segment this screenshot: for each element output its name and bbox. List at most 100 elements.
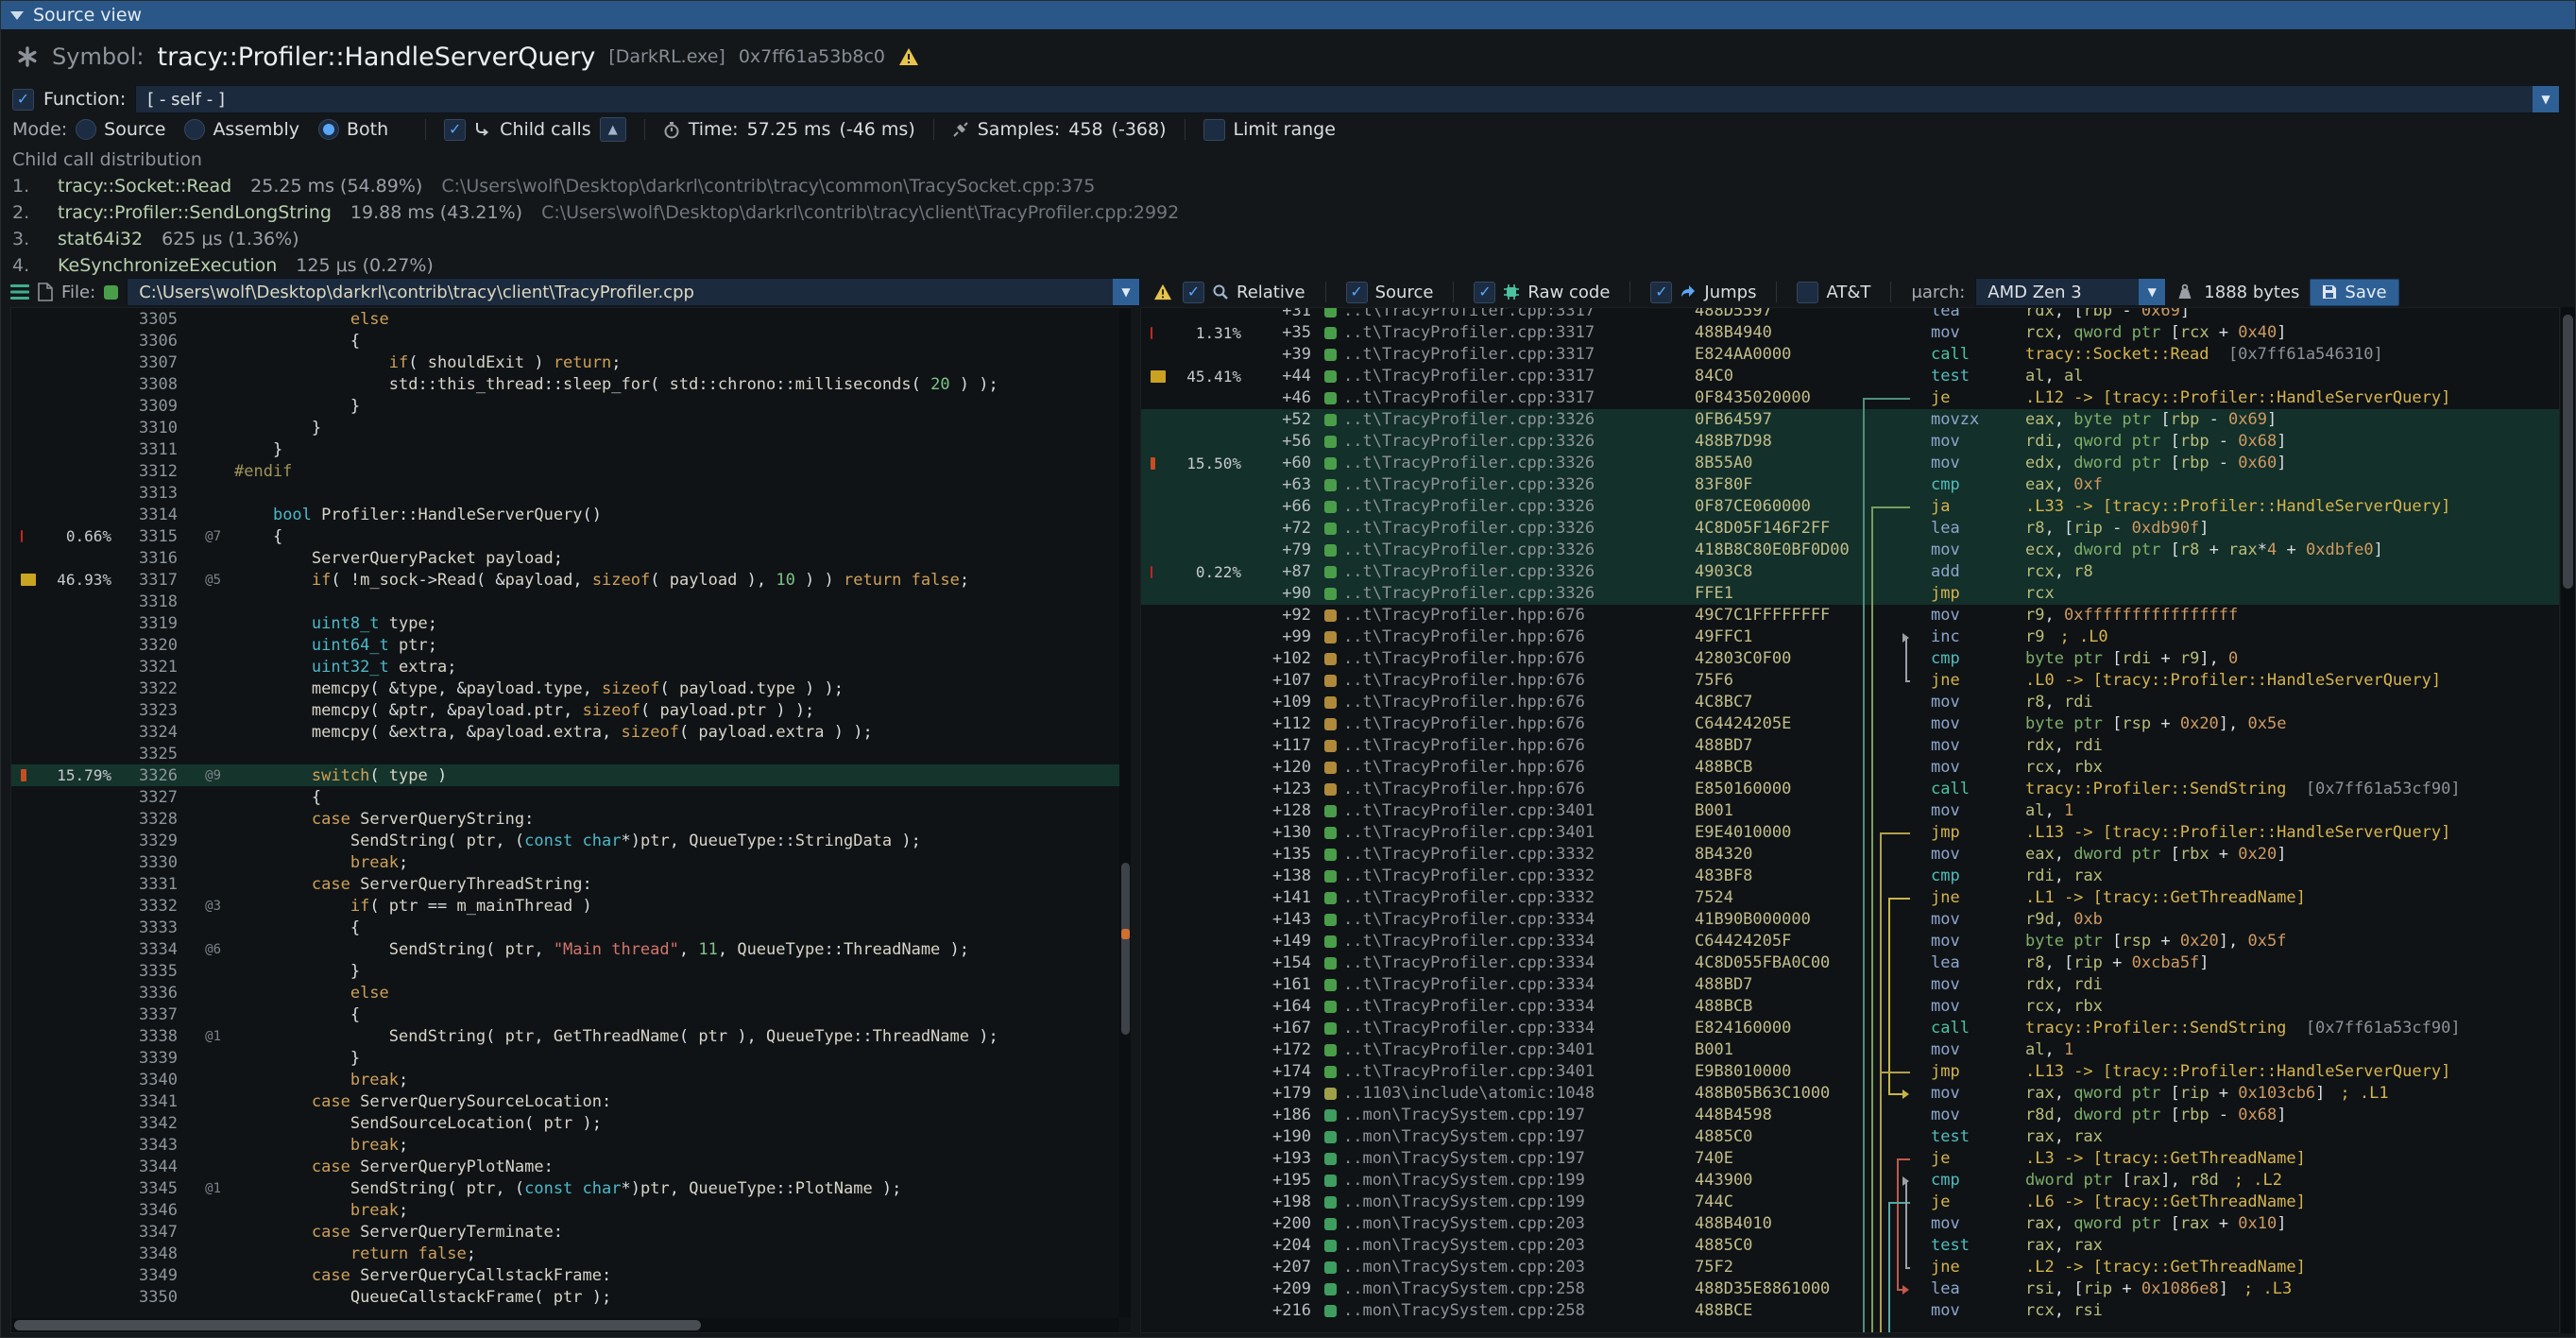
scrollbar-thumb[interactable] [14, 1320, 701, 1330]
jump-line[interactable] [1897, 1159, 1899, 1290]
jumps-checkbox[interactable]: ✓ [1650, 282, 1672, 303]
asm-line-46[interactable]: +46..t\TracyProfiler.cpp:33170F843502000… [1141, 387, 2559, 409]
source-line-3307[interactable]: 3307 if( shouldExit ) return; [11, 352, 1132, 373]
asm-line-154[interactable]: +154..t\TracyProfiler.cpp:33344C8D055FBA… [1141, 952, 2559, 974]
asm-line-186[interactable]: +186..mon\TracySystem.cpp:197448B4598mov… [1141, 1105, 2559, 1126]
expand-button[interactable]: ▲ [600, 117, 626, 142]
source-line-3333[interactable]: 3333 { [11, 917, 1132, 938]
source-line-3327[interactable]: 3327 { [11, 786, 1132, 808]
source-line-3318[interactable]: 3318 [11, 591, 1132, 612]
source-line-3319[interactable]: 3319 uint8_t type; [11, 612, 1132, 634]
source-line-3350[interactable]: 3350 QueueCallstackFrame( ptr ); [11, 1286, 1132, 1308]
source-line-3348[interactable]: 3348 return false; [11, 1243, 1132, 1264]
asm-line-174[interactable]: +174..t\TracyProfiler.cpp:3401E9B8010000… [1141, 1061, 2559, 1083]
att-checkbox[interactable]: ✓ [1797, 282, 1818, 303]
source-checkbox[interactable]: ✓ [1346, 282, 1368, 303]
jump-line[interactable] [1888, 1203, 1890, 1334]
function-combo[interactable]: [ - self - ] ▼ [135, 85, 2560, 113]
function-checkbox[interactable]: ✓ [12, 89, 34, 111]
source-line-3343[interactable]: 3343 break; [11, 1134, 1132, 1156]
asm-line-209[interactable]: +209..mon\TracySystem.cpp:258488D35E8861… [1141, 1278, 2559, 1300]
asm-line-216[interactable]: +216..mon\TracySystem.cpp:258488BCEmovrc… [1141, 1300, 2559, 1322]
source-line-3336[interactable]: 3336 else [11, 982, 1132, 1004]
asm-line-204[interactable]: +204..mon\TracySystem.cpp:2034885C0testr… [1141, 1235, 2559, 1257]
asm-line-92[interactable]: +92..t\TracyProfiler.hpp:67649C7C1FFFFFF… [1141, 605, 2559, 626]
source-line-3325[interactable]: 3325 [11, 743, 1132, 764]
source-line-3321[interactable]: 3321 uint32_t extra; [11, 656, 1132, 678]
source-line-3345[interactable]: 3345@1 SendString( ptr, (const char*)ptr… [11, 1177, 1132, 1199]
jump-line[interactable] [1871, 507, 1873, 1334]
source-line-3332[interactable]: 3332@3 if( ptr == m_mainThread ) [11, 895, 1132, 917]
source-line-3344[interactable]: 3344 case ServerQueryPlotName: [11, 1156, 1132, 1177]
chevron-down-icon[interactable]: ▼ [2533, 86, 2559, 112]
relative-checkbox[interactable]: ✓ [1183, 282, 1204, 303]
child-calls-checkbox[interactable]: ✓ [444, 119, 466, 141]
asm-line-164[interactable]: +164..t\TracyProfiler.cpp:3334488BCBmovr… [1141, 996, 2559, 1018]
window-vertical-scrollbar[interactable] [2561, 307, 2575, 1333]
scrollbar-thumb[interactable] [1121, 863, 1130, 1035]
asm-line-109[interactable]: +109..t\TracyProfiler.hpp:6764C8BC7movr8… [1141, 692, 2559, 713]
source-line-3328[interactable]: 3328 case ServerQueryString: [11, 808, 1132, 830]
asm-line-120[interactable]: +120..t\TracyProfiler.hpp:676488BCBmovrc… [1141, 757, 2559, 779]
source-line-3314[interactable]: 3314 bool Profiler::HandleServerQuery() [11, 504, 1132, 525]
source-line-3306[interactable]: 3306 { [11, 330, 1132, 352]
asm-line-198[interactable]: +198..mon\TracySystem.cpp:199744Cje.L6 -… [1141, 1192, 2559, 1213]
source-line-3313[interactable]: 3313 [11, 482, 1132, 504]
scrollbar-thumb[interactable] [2563, 315, 2573, 589]
asm-line-90[interactable]: +90..t\TracyProfiler.cpp:3326FFE1jmprcx [1141, 583, 2559, 605]
asm-line-172[interactable]: +172..t\TracyProfiler.cpp:3401B001moval,… [1141, 1039, 2559, 1061]
source-line-3308[interactable]: 3308 std::this_thread::sleep_for( std::c… [11, 373, 1132, 395]
source-line-3340[interactable]: 3340 break; [11, 1069, 1132, 1090]
asm-line-143[interactable]: +143..t\TracyProfiler.cpp:333441B90B0000… [1141, 909, 2559, 931]
jump-line[interactable] [1905, 638, 1907, 681]
asm-line-79[interactable]: +79..t\TracyProfiler.cpp:3326418B8C80E0B… [1141, 540, 2559, 561]
asm-line-207[interactable]: +207..mon\TracySystem.cpp:20375F2jne.L2 … [1141, 1257, 2559, 1278]
asm-line-31[interactable]: +31..t\TracyProfiler.cpp:3317488D5597lea… [1141, 307, 2559, 322]
raw-code-checkbox[interactable]: ✓ [1474, 282, 1495, 303]
pane-splitter[interactable] [1131, 307, 1140, 1333]
child-call-entry[interactable]: 3.stat64i32625 μs (1.36%) [12, 226, 2564, 252]
source-line-3339[interactable]: 3339 } [11, 1047, 1132, 1069]
jump-line[interactable] [1905, 1181, 1907, 1268]
file-list-icon[interactable] [10, 283, 29, 300]
asm-line-200[interactable]: +200..mon\TracySystem.cpp:203488B4010mov… [1141, 1213, 2559, 1235]
source-line-3323[interactable]: 3323 memcpy( &ptr, &payload.ptr, sizeof(… [11, 699, 1132, 721]
source-line-3315[interactable]: 0.66%3315@7 { [11, 525, 1132, 547]
asm-line-44[interactable]: 45.41%+44..t\TracyProfiler.cpp:331784C0t… [1141, 366, 2559, 387]
source-line-3347[interactable]: 3347 case ServerQueryTerminate: [11, 1221, 1132, 1243]
asm-line-161[interactable]: +161..t\TracyProfiler.cpp:3334488BD7movr… [1141, 974, 2559, 996]
mode-radio-assembly[interactable] [184, 119, 205, 140]
asm-line-179[interactable]: +179..1103\include\atomic:1048488B05B63C… [1141, 1083, 2559, 1105]
source-line-3320[interactable]: 3320 uint64_t ptr; [11, 634, 1132, 656]
asm-line-190[interactable]: +190..mon\TracySystem.cpp:1974885C0testr… [1141, 1126, 2559, 1148]
source-line-3326[interactable]: 15.79%3326@9 switch( type ) [11, 764, 1132, 786]
asm-line-138[interactable]: +138..t\TracyProfiler.cpp:3332483BF8cmpr… [1141, 866, 2559, 887]
source-line-3342[interactable]: 3342 SendSourceLocation( ptr ); [11, 1112, 1132, 1134]
asm-line-195[interactable]: +195..mon\TracySystem.cpp:199443900cmpdw… [1141, 1170, 2559, 1192]
source-line-3334[interactable]: 3334@6 SendString( ptr, "Main thread", 1… [11, 938, 1132, 960]
chevron-down-icon[interactable]: ▼ [2139, 279, 2165, 305]
source-line-3338[interactable]: 3338@1 SendString( ptr, GetThreadName( p… [11, 1025, 1132, 1047]
collapse-icon[interactable] [10, 11, 24, 20]
source-line-3349[interactable]: 3349 case ServerQueryCallstackFrame: [11, 1264, 1132, 1286]
jump-line[interactable] [1888, 899, 1890, 1094]
asm-line-141[interactable]: +141..t\TracyProfiler.cpp:33327524jne.L1… [1141, 887, 2559, 909]
asm-line-135[interactable]: +135..t\TracyProfiler.cpp:33328B4320move… [1141, 844, 2559, 866]
mode-radio-source[interactable] [76, 119, 96, 140]
source-line-3312[interactable]: 3312#endif [11, 460, 1132, 482]
asm-line-39[interactable]: +39..t\TracyProfiler.cpp:3317E824AA0000c… [1141, 344, 2559, 366]
chevron-down-icon[interactable]: ▼ [1113, 279, 1139, 305]
asm-line-56[interactable]: +56..t\TracyProfiler.cpp:3326488B7D98mov… [1141, 431, 2559, 453]
source-line-3310[interactable]: 3310 } [11, 417, 1132, 438]
titlebar[interactable]: Source view [1, 1, 2575, 29]
source-line-3331[interactable]: 3331 case ServerQueryThreadString: [11, 873, 1132, 895]
child-call-entry[interactable]: 4.KeSynchronizeExecution125 μs (0.27%) [12, 252, 2564, 279]
source-line-3346[interactable]: 3346 break; [11, 1199, 1132, 1221]
asm-line-107[interactable]: +107..t\TracyProfiler.hpp:67675F6jne.L0 … [1141, 670, 2559, 692]
asm-line-117[interactable]: +117..t\TracyProfiler.hpp:676488BD7movrd… [1141, 735, 2559, 757]
source-line-3316[interactable]: 3316 ServerQueryPacket payload; [11, 547, 1132, 569]
asm-line-99[interactable]: +99..t\TracyProfiler.hpp:67649FFC1incr9;… [1141, 626, 2559, 648]
child-call-entry[interactable]: 2.tracy::Profiler::SendLongString19.88 m… [12, 199, 2564, 226]
asm-line-72[interactable]: +72..t\TracyProfiler.cpp:33264C8D05F146F… [1141, 518, 2559, 540]
source-line-3337[interactable]: 3337 { [11, 1004, 1132, 1025]
